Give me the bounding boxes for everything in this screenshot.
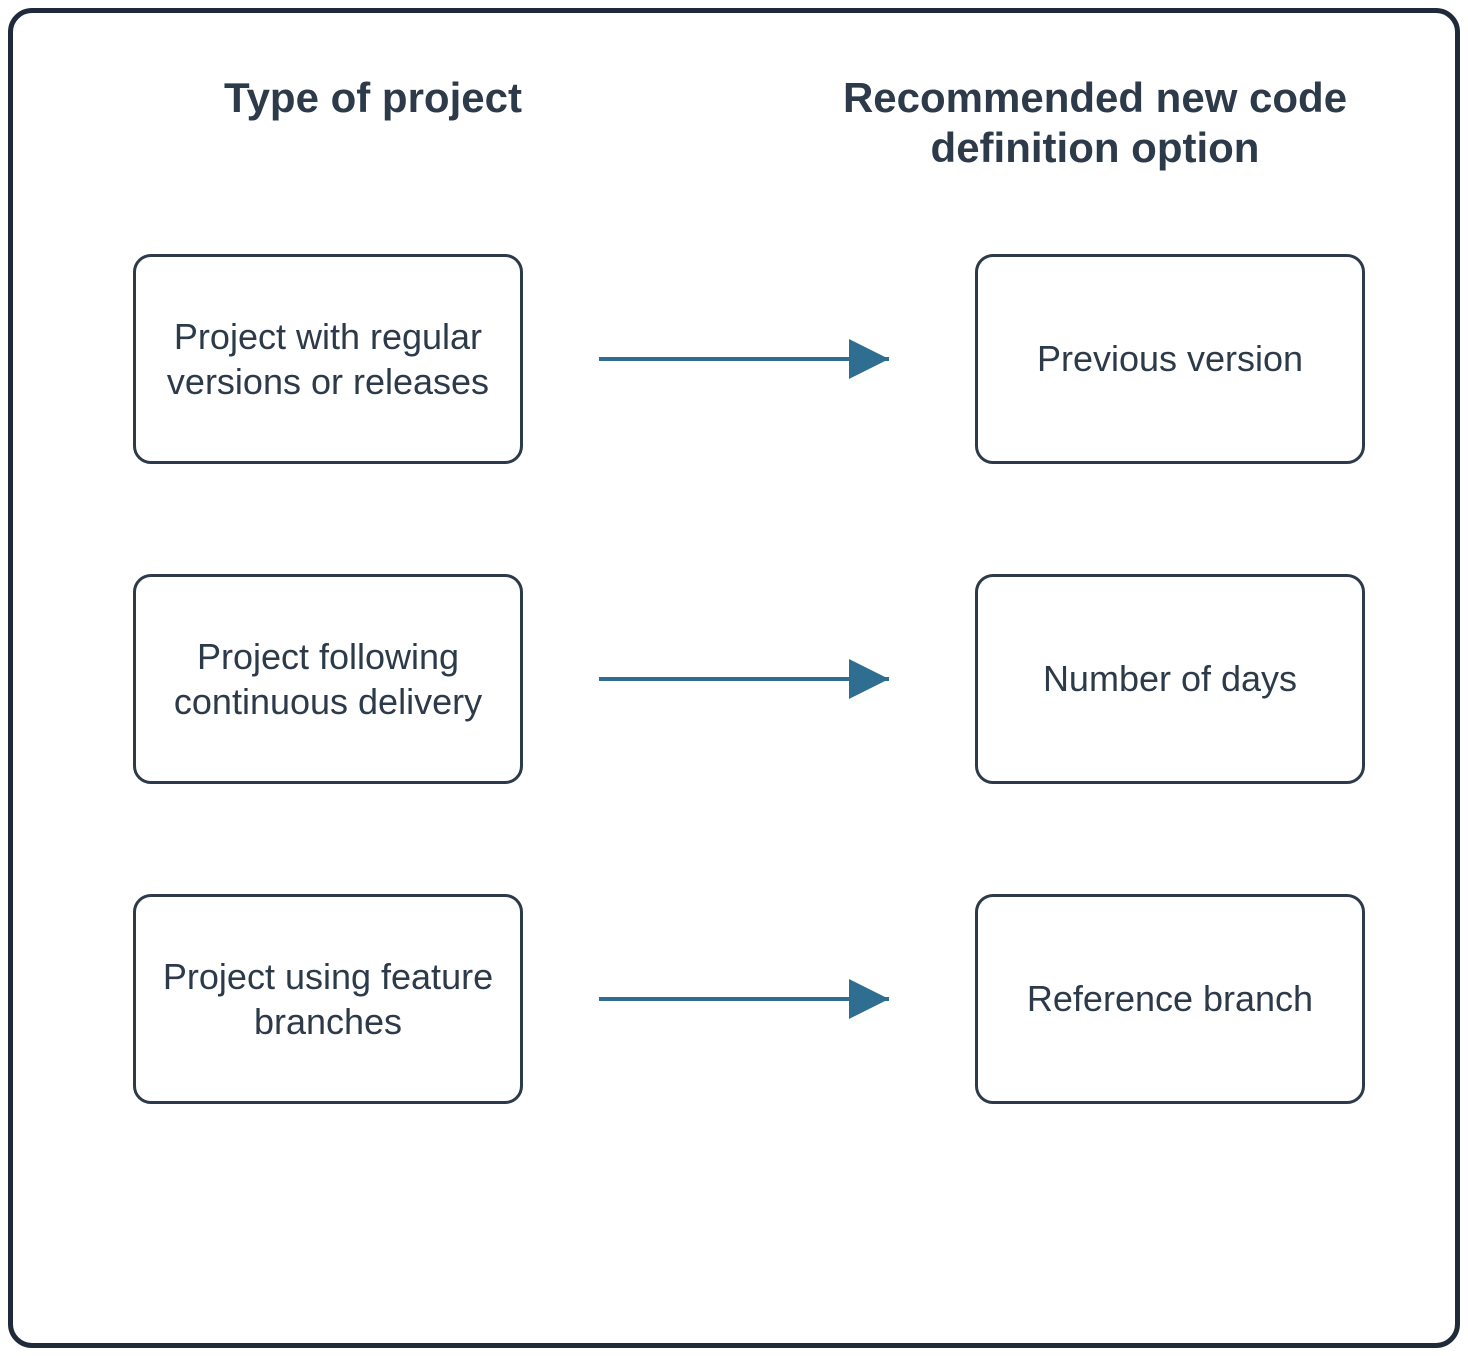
project-type-box: Project using feature branches [133,894,523,1104]
arrow-icon [523,574,975,784]
mapping-row: Project using feature branches Reference… [103,894,1365,1104]
mapping-row: Project with regular versions or release… [103,254,1365,464]
recommended-option-box: Previous version [975,254,1365,464]
header-type-of-project: Type of project [163,73,583,123]
diagram-frame: Type of project Recommended new code def… [8,8,1460,1348]
mapping-row: Project following continuous delivery Nu… [103,574,1365,784]
recommended-option-box: Number of days [975,574,1365,784]
column-headers: Type of project Recommended new code def… [103,73,1365,174]
project-type-box: Project with regular versions or release… [133,254,523,464]
recommended-option-box: Reference branch [975,894,1365,1104]
project-type-box: Project following continuous delivery [133,574,523,784]
header-recommended-option: Recommended new code definition option [835,73,1355,174]
arrow-icon [523,894,975,1104]
arrow-icon [523,254,975,464]
